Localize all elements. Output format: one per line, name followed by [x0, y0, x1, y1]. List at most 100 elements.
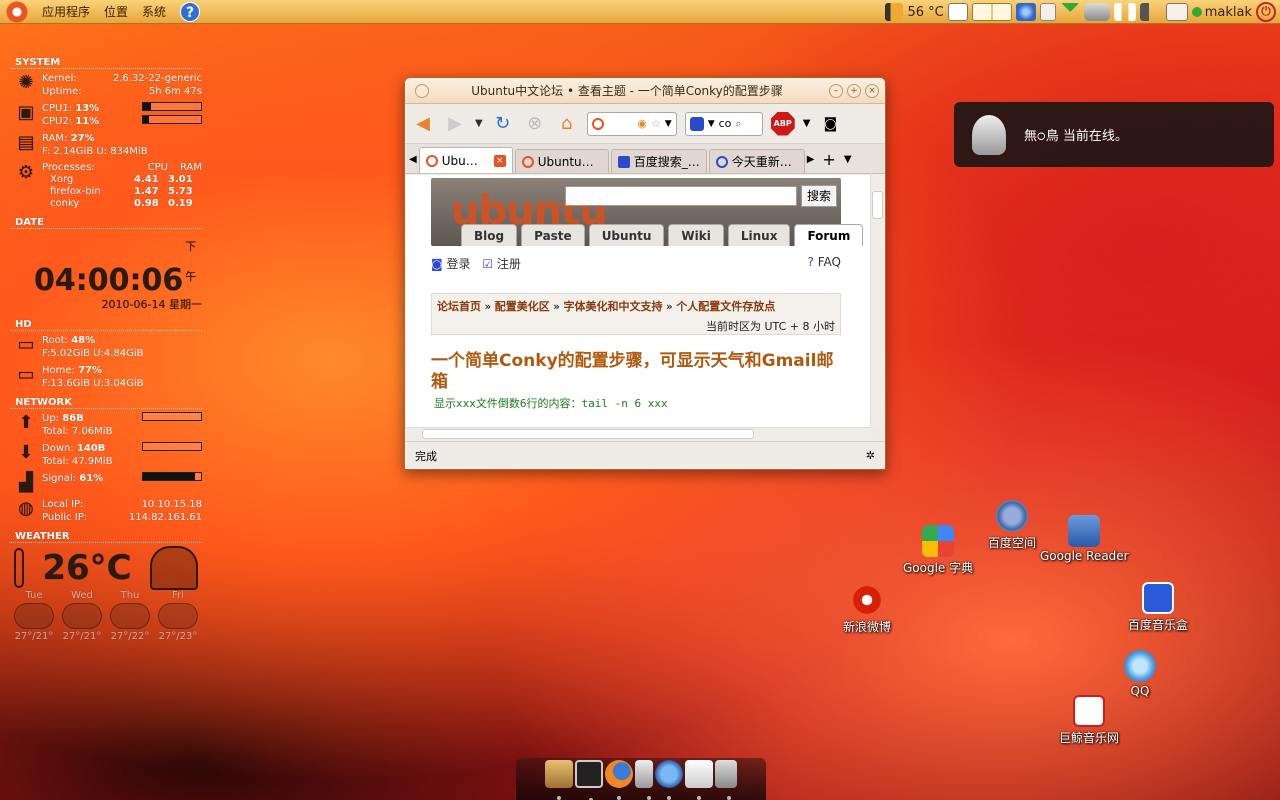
- url-dropdown-icon[interactable]: ▼: [665, 119, 672, 129]
- vertical-scrollbar[interactable]: [870, 175, 884, 427]
- pause-icon[interactable]: [1113, 3, 1136, 21]
- topic-title[interactable]: 一个简单Conky的配置步骤，可显示天气和Gmail邮箱: [431, 351, 841, 393]
- desktop-icon-google-reader[interactable]: Google Reader: [1040, 515, 1129, 563]
- desktop-icon-sina-weibo[interactable]: 新浪微博: [843, 584, 891, 635]
- tab-ubuntu-forum[interactable]: Ubu… ×: [418, 147, 513, 173]
- power-icon[interactable]: ⏻: [1256, 2, 1276, 22]
- menu-system[interactable]: 系统: [142, 3, 166, 20]
- vertical-scroll-thumb[interactable]: [872, 191, 883, 219]
- site-tab-forum[interactable]: Forum: [794, 224, 864, 246]
- signal-icon: ▟: [19, 472, 33, 493]
- proc-ram: 0.19: [168, 198, 193, 209]
- proc-ram: 5.73: [168, 186, 193, 197]
- site-tab-linux[interactable]: Linux: [727, 224, 791, 246]
- site-tab-blog[interactable]: Blog: [461, 224, 518, 246]
- breadcrumb-item[interactable]: 配置美化区: [495, 300, 550, 313]
- dock-terminal-icon[interactable]: [575, 760, 603, 800]
- desktop-icon-qq[interactable]: QQ: [1124, 650, 1156, 698]
- tab-baidu[interactable]: 百度搜索_…: [610, 149, 707, 173]
- dock-mail-icon[interactable]: [685, 760, 713, 800]
- volume-icon[interactable]: [1139, 3, 1162, 21]
- menu-places[interactable]: 位置: [104, 3, 128, 20]
- login-link[interactable]: 登录: [446, 257, 470, 271]
- site-tab-paste[interactable]: Paste: [521, 224, 585, 246]
- notification-text: 無੦鳥 当前在线。: [1024, 129, 1128, 144]
- ubuntu-favicon-icon: [521, 155, 534, 168]
- jujing-logo-icon: [1073, 695, 1105, 727]
- menu-applications[interactable]: 应用程序: [42, 3, 90, 20]
- firebug-icon[interactable]: ✲: [866, 449, 875, 462]
- maximize-icon[interactable]: +: [847, 83, 861, 98]
- search-bar[interactable]: ▼ co ⌕: [684, 111, 763, 136]
- help-icon[interactable]: ?: [180, 1, 201, 22]
- wifi-icon[interactable]: [1059, 3, 1080, 21]
- site-tab-ubuntu[interactable]: Ubuntu: [588, 224, 665, 246]
- search-engine-dropdown-icon[interactable]: ▼: [708, 119, 715, 129]
- desktop-icon-jujing-music[interactable]: 巨鲸音乐网: [1059, 695, 1119, 746]
- network-manager-icon[interactable]: [1083, 3, 1110, 21]
- url-bar[interactable]: ◉ ☆ ▼: [586, 111, 677, 136]
- stop-icon[interactable]: ⊗: [523, 112, 547, 136]
- dock-firefox-icon[interactable]: [605, 760, 633, 800]
- baidu-favicon-icon: [617, 155, 630, 168]
- tab-scroll-left-icon[interactable]: ◀: [409, 154, 417, 173]
- desktop-icon-google-dictionary[interactable]: Google 字典: [903, 525, 973, 576]
- abp-dropdown-icon[interactable]: ▼: [803, 118, 811, 129]
- rss-icon[interactable]: ◉: [637, 117, 647, 130]
- search-input[interactable]: co: [719, 117, 732, 130]
- dock-speaker-icon[interactable]: [635, 760, 653, 800]
- tab-ubuntu[interactable]: Ubuntu…: [514, 149, 609, 173]
- forward-arrow-icon[interactable]: ▶: [443, 112, 467, 136]
- minimize-icon[interactable]: –: [829, 83, 843, 98]
- faq-link[interactable]: FAQ: [818, 255, 841, 269]
- back-arrow-icon[interactable]: ◀: [411, 112, 435, 136]
- site-tab-wiki[interactable]: Wiki: [668, 224, 724, 246]
- thermometer-icon: [14, 548, 24, 588]
- dock-trash-icon[interactable]: [715, 760, 737, 800]
- bookmark-star-icon[interactable]: ☆: [651, 117, 661, 130]
- site-search-button[interactable]: 搜索: [801, 185, 837, 207]
- rss-icon: [1068, 515, 1101, 547]
- dock-pidgin-icon[interactable]: [655, 760, 683, 800]
- cpu-temperature[interactable]: 56 °C: [907, 5, 943, 20]
- notification-bubble[interactable]: 無੦鳥 当前在线。: [954, 102, 1274, 167]
- dock-anchor-icon[interactable]: [545, 760, 573, 800]
- pidgin-bird-icon[interactable]: [1015, 3, 1036, 21]
- mail-icon[interactable]: [1165, 3, 1188, 21]
- breadcrumb-item[interactable]: 个人配置文件存放点: [676, 300, 775, 313]
- adblock-plus-icon[interactable]: ABP: [770, 111, 795, 136]
- user-menu[interactable]: maklak: [1191, 5, 1252, 20]
- horizontal-scrollbar[interactable]: [406, 427, 872, 441]
- desktop-icon-baidu-space[interactable]: 百度空间: [988, 500, 1036, 551]
- camera-icon[interactable]: ◙: [818, 112, 842, 136]
- page-content: ubuntu 搜索 Blog Paste Ubuntu Wiki Linux F…: [406, 175, 872, 427]
- tab-list-icon[interactable]: ▼: [844, 154, 852, 173]
- breadcrumb-separator: »: [665, 300, 673, 313]
- horizontal-scroll-thumb[interactable]: [422, 429, 754, 439]
- tab-scroll-right-icon[interactable]: ▶: [807, 154, 815, 173]
- navigation-toolbar: ◀ ▶ ▼ ↻ ⊗ ⌂ ◉ ☆ ▼ ▼ co ⌕ ABP ▼ ◙: [405, 104, 885, 144]
- down-label: Down:: [42, 443, 74, 454]
- reload-icon[interactable]: ↻: [491, 112, 515, 136]
- new-tab-icon[interactable]: +: [816, 150, 841, 173]
- workspace-switcher[interactable]: [971, 3, 1012, 21]
- clipboard-icon[interactable]: [1039, 3, 1056, 21]
- search-icon[interactable]: ⌕: [735, 117, 741, 131]
- thermometer-icon[interactable]: [885, 3, 904, 21]
- home-icon[interactable]: ⌂: [555, 112, 579, 136]
- code-line: 显示xxx文件倒数6行的内容：tail -n 6 xxx: [434, 397, 668, 410]
- window-titlebar[interactable]: Ubuntu中文论坛 • 查看主题 - 一个简单Conky的配置步骤 – + ×: [405, 78, 885, 104]
- tab-close-icon[interactable]: ×: [493, 154, 506, 167]
- tab-today[interactable]: 今天重新…: [708, 149, 805, 173]
- window-menu-icon[interactable]: [415, 83, 429, 98]
- breadcrumb-item[interactable]: 字体美化和中文支持: [563, 300, 662, 313]
- breadcrumb-item[interactable]: 论坛首页: [437, 300, 481, 313]
- history-dropdown-icon[interactable]: ▼: [475, 118, 483, 129]
- monitor-icon[interactable]: [947, 3, 968, 21]
- weibo-icon: [851, 584, 883, 616]
- register-link[interactable]: 注册: [497, 257, 521, 271]
- desktop-icon-baidu-music[interactable]: 百度音乐盒: [1128, 582, 1188, 633]
- close-icon[interactable]: ×: [865, 83, 879, 98]
- ubuntu-logo-icon[interactable]: [6, 0, 28, 23]
- site-search-input[interactable]: [565, 186, 797, 206]
